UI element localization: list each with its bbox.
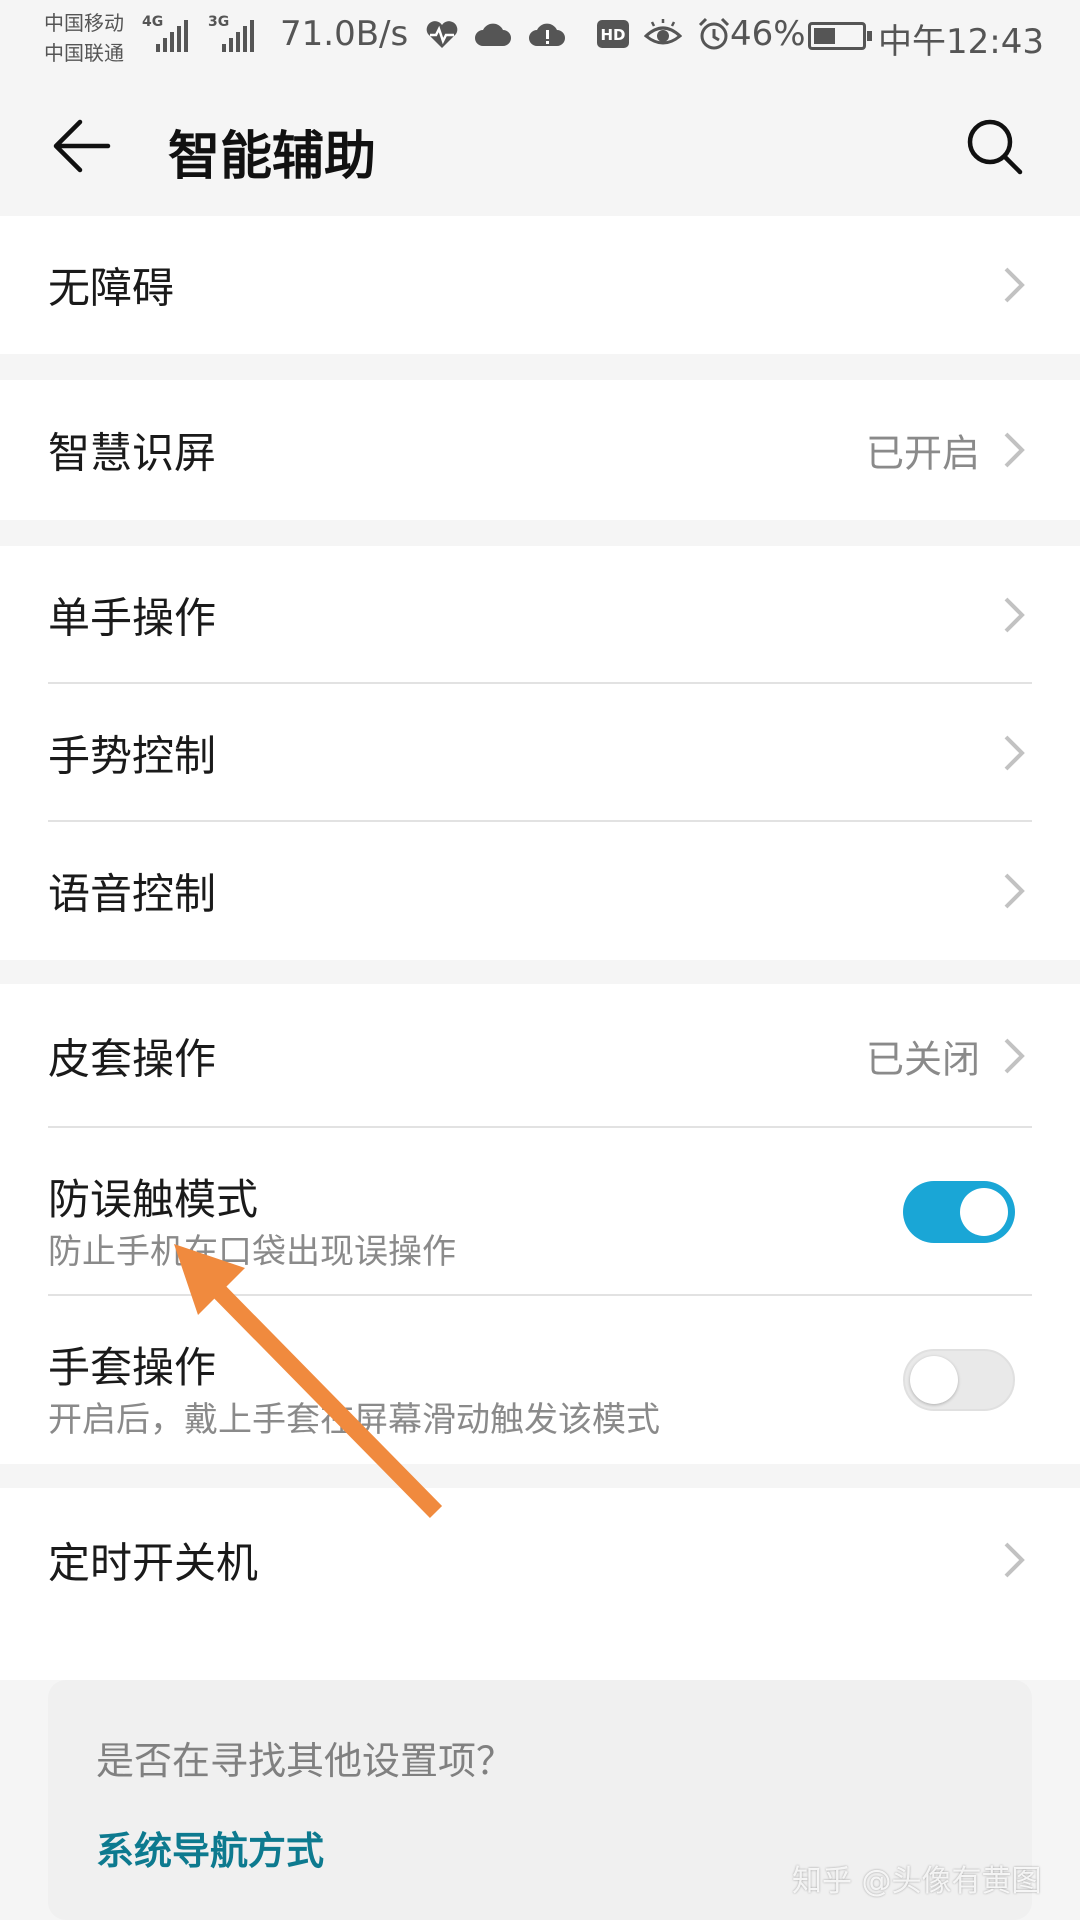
search-icon[interactable] <box>962 114 1026 178</box>
group-accessibility: 无障碍 <box>0 216 1080 354</box>
screen: 中国移动 中国联通 4G 3G 71.0B/s HD 46% 中午12:43 智… <box>0 0 1080 1920</box>
toggle-knob <box>960 1188 1008 1236</box>
alarm-icon <box>698 17 730 50</box>
chevron-right-icon <box>1004 873 1025 909</box>
chevron-right-icon <box>1004 432 1025 468</box>
eye-icon <box>644 19 682 45</box>
list-item-label: 语音控制 <box>48 869 217 919</box>
list-item-glove[interactable]: 手套操作 开启后，戴上手套在屏幕滑动触发该模式 <box>0 1296 1080 1464</box>
group-smart-screen: 智慧识屏 已开启 <box>0 380 1080 520</box>
carrier-names: 中国移动 中国联通 <box>44 8 124 68</box>
list-item-schedule-power[interactable]: 定时开关机 <box>0 1488 1080 1632</box>
list-item-accessibility[interactable]: 无障碍 <box>0 216 1080 354</box>
status-bar: 中国移动 中国联通 4G 3G 71.0B/s HD 46% 中午12:43 <box>0 0 1080 80</box>
status-icons-right: HD <box>596 16 732 52</box>
carrier-1: 中国移动 <box>44 11 124 35</box>
battery-percent: 46% <box>730 14 806 54</box>
list-item-smart-screen[interactable]: 智慧识屏 已开启 <box>0 380 1080 520</box>
watermark: 知乎 @头像有黄图 <box>792 1864 1042 1899</box>
toggle-knob <box>910 1356 958 1404</box>
list-item-description: 开启后，戴上手套在屏幕滑动触发该模式 <box>48 1400 660 1440</box>
list-item-label: 手套操作 <box>48 1343 217 1392</box>
chevron-right-icon <box>1004 267 1025 303</box>
back-arrow-icon[interactable] <box>50 114 114 178</box>
list-item-label: 防误触模式 <box>48 1175 259 1224</box>
cloud-icon <box>475 23 511 46</box>
hd-icon: HD <box>597 20 629 48</box>
status-value: 已开启 <box>865 431 980 476</box>
heart-rate-icon <box>426 21 458 48</box>
list-item-description: 防止手机在口袋出现误操作 <box>48 1232 456 1272</box>
chevron-right-icon <box>1004 1542 1025 1578</box>
status-value: 已关闭 <box>865 1037 980 1082</box>
group-controls: 单手操作 手势控制 语音控制 <box>0 546 1080 960</box>
mistouch-toggle[interactable] <box>903 1181 1015 1243</box>
glove-toggle[interactable] <box>903 1349 1015 1411</box>
status-icons-left <box>425 20 567 50</box>
page-title: 智能辅助 <box>168 127 377 187</box>
signal-bars-icon <box>222 18 254 52</box>
list-item-label: 定时开关机 <box>48 1538 259 1588</box>
clock: 中午12:43 <box>878 22 1044 62</box>
list-item-label: 皮套操作 <box>48 1034 217 1084</box>
list-item-label: 智慧识屏 <box>48 428 217 478</box>
svg-text:HD: HD <box>600 26 625 44</box>
system-navigation-link[interactable]: 系统导航方式 <box>96 1820 324 1875</box>
list-item-mistouch[interactable]: 防误触模式 防止手机在口袋出现误操作 <box>0 1128 1080 1296</box>
app-header: 智能辅助 <box>0 80 1080 216</box>
chevron-right-icon <box>1004 735 1025 771</box>
group-schedule: 定时开关机 <box>0 1488 1080 1680</box>
net-speed: 71.0B/s <box>280 14 409 54</box>
list-item-label: 手势控制 <box>48 731 217 781</box>
battery-level <box>814 28 835 44</box>
list-item-one-hand[interactable]: 单手操作 <box>0 546 1080 684</box>
battery-icon <box>808 22 872 50</box>
chevron-right-icon <box>1004 597 1025 633</box>
list-item-label: 单手操作 <box>48 593 217 643</box>
signal-bars-icon <box>156 18 188 52</box>
list-item-voice[interactable]: 语音控制 <box>0 822 1080 960</box>
group-cover-touch: 皮套操作 已关闭 防误触模式 防止手机在口袋出现误操作 手套操作 开启后，戴上手… <box>0 984 1080 1464</box>
list-item-cover[interactable]: 皮套操作 已关闭 <box>0 984 1080 1128</box>
suggestion-question: 是否在寻找其他设置项？ <box>96 1739 515 1783</box>
chevron-right-icon <box>1004 1038 1025 1074</box>
cloud-alert-icon <box>529 23 565 46</box>
list-item-gesture[interactable]: 手势控制 <box>0 684 1080 822</box>
carrier-2: 中国联通 <box>44 41 124 65</box>
list-item-label: 无障碍 <box>48 263 175 313</box>
